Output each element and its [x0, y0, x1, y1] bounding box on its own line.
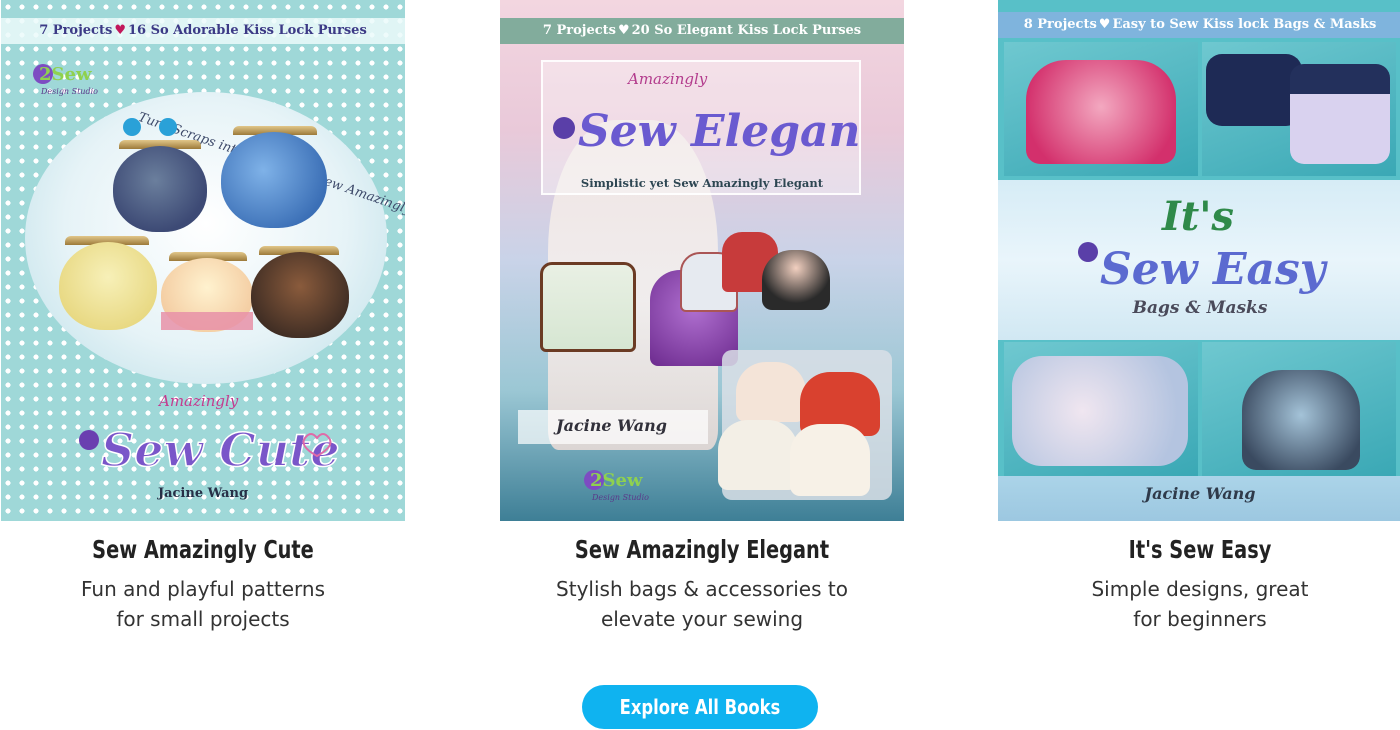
book-title[interactable]: Sew Amazingly Cute [28, 535, 377, 564]
book-description: Simple designs, great for beginners [997, 574, 1400, 634]
cover-banner: 7 Projects ♥ 16 So Adorable Kiss Lock Purs… [1, 18, 405, 44]
cover-banner-right: 16 So Adorable Kiss Lock Purses [127, 23, 367, 38]
cover-title-art: Sew Cute [79, 422, 340, 478]
cover-title-text: Sew Elegant [578, 106, 860, 157]
purse-cat [113, 146, 207, 232]
purse-blue [221, 132, 327, 228]
cover-banner-left: 8 Projects [1023, 17, 1097, 32]
book-description-line: Fun and playful patterns [81, 577, 325, 601]
purse-white [790, 424, 870, 496]
purse-black [762, 250, 830, 310]
book-card-sew-amazingly-cute[interactable]: 7 Projects ♥ 16 So Adorable Kiss Lock Purs… [0, 0, 406, 634]
cover-banner: 7 Projects ♥ 20 So Elegant Kiss Lock Purse… [500, 18, 904, 44]
design-studio-logo: 2Sew Design Studio [584, 470, 649, 502]
cover-script-word: Amazingly [159, 392, 239, 410]
book-description: Stylish bags & accessories to elevate yo… [499, 574, 905, 634]
book-description-line: for small projects [116, 607, 290, 631]
purse-white [718, 420, 798, 490]
cover-title-art: Sew Elegant [553, 106, 860, 157]
book-card-its-sew-easy[interactable]: 8 Projects ♥ Easy to Sew Kiss lock Bags & … [997, 0, 1400, 634]
logo-subtext: Design Studio [591, 493, 649, 502]
book-title[interactable]: Sew Amazingly Elegant [527, 535, 876, 564]
book-description-line: for beginners [1133, 607, 1267, 631]
cover-author: Jacine Wang [157, 486, 249, 501]
logo-text: 2Sew [590, 470, 643, 491]
purse-flowers [1242, 370, 1360, 470]
cover-title-line2: Sew Easy [1100, 244, 1329, 295]
bag-navy [1206, 54, 1302, 126]
book-cover-sew-amazingly-elegant[interactable]: 7 Projects ♥ 20 So Elegant Kiss Lock Purse… [500, 0, 904, 521]
purse-floral-pink [1026, 60, 1176, 164]
cover-title-text: Sew Cute [101, 423, 340, 477]
book-showcase: 7 Projects ♥ 16 So Adorable Kiss Lock Purs… [0, 0, 1400, 640]
book-cover-sew-amazingly-cute[interactable]: 7 Projects ♥ 16 So Adorable Kiss Lock Purs… [1, 0, 405, 521]
book-description-line: Simple designs, great [1091, 577, 1309, 601]
cover-title-line1: It's [1161, 193, 1234, 240]
book-title[interactable]: It's Sew Easy [1025, 535, 1374, 564]
logo-subtext: Design Studio [40, 87, 98, 96]
cover-banner-left: 7 Projects [39, 23, 113, 38]
cover-title-art: It's Sew Easy [1078, 193, 1329, 295]
purse-yellow [59, 242, 157, 330]
explore-all-books-label: Explore All Books [619, 695, 781, 719]
book-description-line: elevate your sewing [600, 607, 804, 631]
bag-navy-open [1290, 64, 1390, 164]
clasp-bead [123, 118, 141, 136]
book-cover-its-sew-easy[interactable]: 8 Projects ♥ Easy to Sew Kiss lock Bags & … [998, 0, 1400, 521]
cover-subtitle: Bags & Masks [1132, 298, 1268, 318]
design-studio-logo: 2Sew Design Studio [33, 64, 98, 96]
cover-script-word: Amazingly [628, 70, 708, 88]
heart-icon: ♥ [114, 23, 126, 38]
book-card-sew-amazingly-elegant[interactable]: 7 Projects ♥ 20 So Elegant Kiss Lock Purse… [499, 0, 905, 634]
lace-trim [161, 312, 253, 330]
explore-all-books-button[interactable]: Explore All Books [582, 685, 818, 729]
book-description: Fun and playful patterns for small proje… [0, 574, 406, 634]
cover-author: Jacine Wang [1144, 484, 1256, 503]
book-description-line: Stylish bags & accessories to [556, 577, 848, 601]
clasp-bead [159, 118, 177, 136]
heart-icon: ♥ [617, 23, 630, 38]
cover-banner-left: 7 Projects [542, 23, 616, 38]
cover-author: Jacine Wang [556, 416, 667, 435]
logo-text: 2Sew [39, 64, 92, 85]
masks-pile [1012, 356, 1188, 466]
cover-banner-right: Easy to Sew Kiss lock Bags & Masks [1112, 17, 1377, 32]
purse-pattern [736, 362, 806, 422]
cover-subtitle: Simplistic yet Sew Amazingly Elegant [580, 176, 824, 190]
cover-banner-right: 20 So Elegant Kiss Lock Purses [631, 23, 862, 38]
purse-dark [251, 252, 349, 338]
bag-floral [540, 262, 636, 352]
cover-banner: 8 Projects ♥ Easy to Sew Kiss lock Bags & … [998, 12, 1400, 38]
heart-icon: ♥ [1098, 17, 1111, 32]
